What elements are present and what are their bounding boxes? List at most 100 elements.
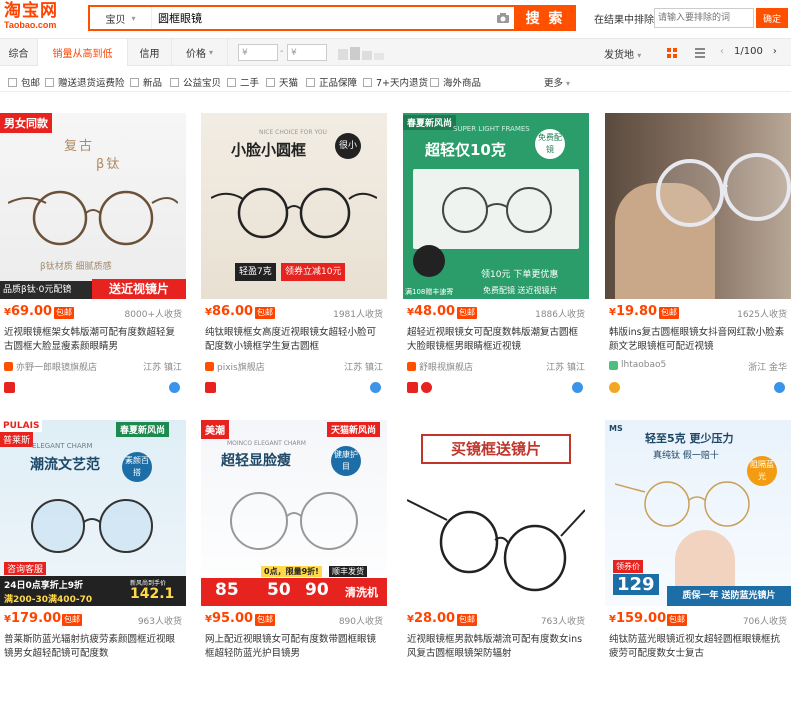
search-input[interactable]	[152, 7, 492, 29]
brand-logo-icon	[413, 245, 445, 277]
filter-free-shipping[interactable]: 包邮	[8, 75, 40, 89]
filter-more[interactable]: 更多 ▾	[544, 75, 570, 89]
shop-row: 舒眼视旗舰店 江苏 镇江	[407, 360, 585, 374]
wangwang-icon[interactable]	[774, 382, 785, 393]
checkbox[interactable]	[306, 77, 315, 87]
price: ¥28.00	[407, 611, 456, 626]
product-card[interactable]: 男女同款 复古 β钛 β钛材质 细腻质感 品质β钛·0元配镜 送近视镜片 ¥69…	[0, 113, 186, 398]
img-text1: 超轻显脸瘦	[221, 453, 291, 469]
chevron-down-icon: ▾	[208, 47, 213, 57]
gold-seller-icon[interactable]	[609, 382, 620, 393]
checkbox[interactable]	[430, 77, 439, 87]
filter-tmall[interactable]: 天猫	[266, 75, 298, 89]
product-title[interactable]: 近视眼镜框架女韩版潮可配有度数超轻复古圆框大脸显瘦素颜眼睛男	[4, 326, 182, 354]
sort-tab-sales[interactable]: 销量从高到低	[38, 39, 128, 66]
sort-bar: 综合 销量从高到低 信用 价格 ▾ ¥ - ¥ 发货地 ▾ ‹ 1/100 ›	[0, 38, 791, 66]
product-title[interactable]: 韩版ins复古圆框眼镜女抖音网红款小脸素颜文艺眼镜框可配近视镜	[609, 326, 787, 354]
img-small: 咨询客服	[4, 562, 47, 575]
wangwang-icon[interactable]	[370, 382, 381, 393]
checkbox[interactable]	[266, 77, 275, 87]
search-type-select[interactable]: 宝贝 ▾	[90, 7, 152, 29]
tmall-icon[interactable]	[205, 382, 216, 393]
shop-link[interactable]: 亦野一郎眼镜旗舰店	[4, 360, 97, 373]
product-card[interactable]: PULAIS 普莱斯 春夏新风尚 ELEGANT CHARM 潮流文艺范 素颜百…	[0, 420, 186, 705]
filter-authentic[interactable]: 正品保障	[306, 75, 357, 89]
search-button[interactable]: 搜 索	[514, 5, 576, 31]
img-price: 129	[613, 574, 659, 595]
tmall-icon[interactable]	[4, 382, 15, 393]
product-title[interactable]: 纯钛防蓝光眼镜近视女超轻圆框眼镜框抗疲劳可配度数女士复古	[609, 633, 787, 661]
wangwang-icon[interactable]	[572, 382, 583, 393]
exclude-input[interactable]	[654, 8, 754, 28]
logo-cn: 淘宝网	[4, 1, 58, 21]
shop-link[interactable]: lhtaobao5	[609, 360, 666, 370]
product-image[interactable]: 春夏新风尚 SUPER LIGHT FRAMES 超轻仅10克 免费配镜 领10…	[403, 113, 589, 299]
img-tag: 男女同款	[0, 113, 52, 133]
sort-tab-default[interactable]: 综合	[0, 39, 38, 65]
glasses-illustration	[442, 187, 552, 233]
product-card[interactable]: MS 轻至5克 更少压力 真纯钛 假一赔十 阻隔蓝光 领券价 129 质保一年 …	[605, 420, 791, 705]
price-value: 19.80	[615, 304, 658, 319]
taobao-logo[interactable]: 淘宝网 Taobao.com	[4, 3, 80, 31]
next-page-icon[interactable]: ›	[773, 46, 777, 57]
product-card[interactable]: ¥19.80 包邮 1625人收货 韩版ins复古圆框眼镜女抖音网红款小脸素颜文…	[605, 113, 791, 398]
filter-overseas[interactable]: 海外商品	[430, 75, 481, 89]
product-title[interactable]: 超轻近视眼镜女可配度数韩版潮复古圆框大脸眼镜框男眼睛框近视镜	[407, 326, 585, 354]
price-min-input[interactable]: ¥	[238, 44, 278, 61]
product-title[interactable]: 近视眼镜框男款韩版潮流可配有度数女ins风复古圆框眼镜架防辐射	[407, 633, 585, 661]
shop-row: lhtaobao5 浙江 金华	[609, 360, 787, 374]
product-image[interactable]: 男女同款 复古 β钛 β钛材质 细腻质感 品质β钛·0元配镜 送近视镜片	[0, 113, 186, 299]
chevron-down-icon: ▾	[131, 13, 136, 23]
product-title[interactable]: 网上配近视眼镜女可配有度数带圆框眼镜框超轻防蓝光护目镜男	[205, 633, 383, 661]
checkbox[interactable]	[130, 77, 139, 87]
product-card[interactable]: 春夏新风尚 SUPER LIGHT FRAMES 超轻仅10克 免费配镜 领10…	[403, 113, 589, 398]
product-image[interactable]: 美潮 天猫新风尚 MOINCO ELEGANT CHARM 超轻显脸瘦 健康护目…	[201, 420, 387, 606]
shop-link[interactable]: pixis旗舰店	[205, 360, 265, 373]
sort-tab-price[interactable]: 价格 ▾	[172, 39, 228, 65]
product-image[interactable]: NICE CHOICE FOR YOU 小脸小圆框 很小 轻盈7克 领券立减10…	[201, 113, 387, 299]
img-tag: 春夏新风尚	[403, 115, 457, 130]
badge-row	[205, 382, 383, 394]
product-image[interactable]: PULAIS 普莱斯 春夏新风尚 ELEGANT CHARM 潮流文艺范 素颜百…	[0, 420, 186, 606]
prev-page-icon[interactable]: ‹	[720, 46, 724, 57]
gold-seller-icon[interactable]	[421, 382, 432, 393]
price-range-bars-icon[interactable]	[338, 47, 384, 60]
tmall-icon[interactable]	[407, 382, 418, 393]
filter-return-insurance[interactable]: 赠送退货运费险	[45, 75, 125, 89]
product-card[interactable]: 美潮 天猫新风尚 MOINCO ELEGANT CHARM 超轻显脸瘦 健康护目…	[201, 420, 387, 705]
product-card[interactable]: NICE CHOICE FOR YOU 小脸小圆框 很小 轻盈7克 领券立减10…	[201, 113, 387, 398]
product-title[interactable]: 普莱斯防蓝光辐射抗疲劳素颜圆框近视眼镜男女超轻配镜可配度数	[4, 633, 182, 661]
img-banner: 质保一年 送防蓝光镜片	[667, 586, 791, 606]
filter-secondhand[interactable]: 二手	[227, 75, 259, 89]
filter-7day-return[interactable]: 7+天内退货	[363, 75, 428, 89]
filter-label: 正品保障	[319, 78, 358, 89]
checkbox[interactable]	[170, 77, 179, 87]
exclude-confirm-button[interactable]: 确定	[756, 8, 788, 28]
img-brand: 美潮	[201, 420, 229, 439]
price-max-input[interactable]: ¥	[287, 44, 327, 61]
sort-tab-credit[interactable]: 信用	[128, 39, 172, 65]
ship-from-select[interactable]: 发货地 ▾	[604, 46, 641, 61]
wangwang-icon[interactable]	[169, 382, 180, 393]
product-card[interactable]: 买镜框送镜片 ¥28.00 包邮 763人收货 近视眼镜框男款韩版潮流可配有度数…	[403, 420, 589, 705]
product-title[interactable]: 纯钛眼镜框女高度近视眼镜女超轻小脸可配度数小镜框学生复古圆框	[205, 326, 383, 354]
filter-charity[interactable]: 公益宝贝	[170, 75, 221, 89]
product-image[interactable]	[605, 113, 791, 299]
exclude-label: 在结果中排除	[594, 15, 654, 26]
checkbox[interactable]	[363, 77, 372, 87]
product-image[interactable]: 买镜框送镜片	[403, 420, 589, 606]
free-shipping-badge: 包邮	[62, 614, 82, 626]
img-banner: 24日0点享折上9折	[4, 581, 84, 591]
grid-view-icon[interactable]	[664, 45, 680, 61]
shop-link[interactable]: 舒眼视旗舰店	[407, 360, 473, 373]
checkbox[interactable]	[8, 77, 17, 87]
filter-new[interactable]: 新品	[130, 75, 162, 89]
img-price-label: 领券价	[613, 560, 643, 573]
list-view-icon[interactable]	[692, 45, 708, 61]
checkbox[interactable]	[227, 77, 236, 87]
product-image[interactable]: MS 轻至5克 更少压力 真纯钛 假一赔十 阻隔蓝光 领券价 129 质保一年 …	[605, 420, 791, 606]
price-row: ¥159.00 包邮 706人收货	[609, 611, 787, 629]
price-row: ¥28.00 包邮 763人收货	[407, 611, 585, 629]
camera-icon[interactable]	[492, 7, 514, 29]
checkbox[interactable]	[45, 77, 54, 87]
